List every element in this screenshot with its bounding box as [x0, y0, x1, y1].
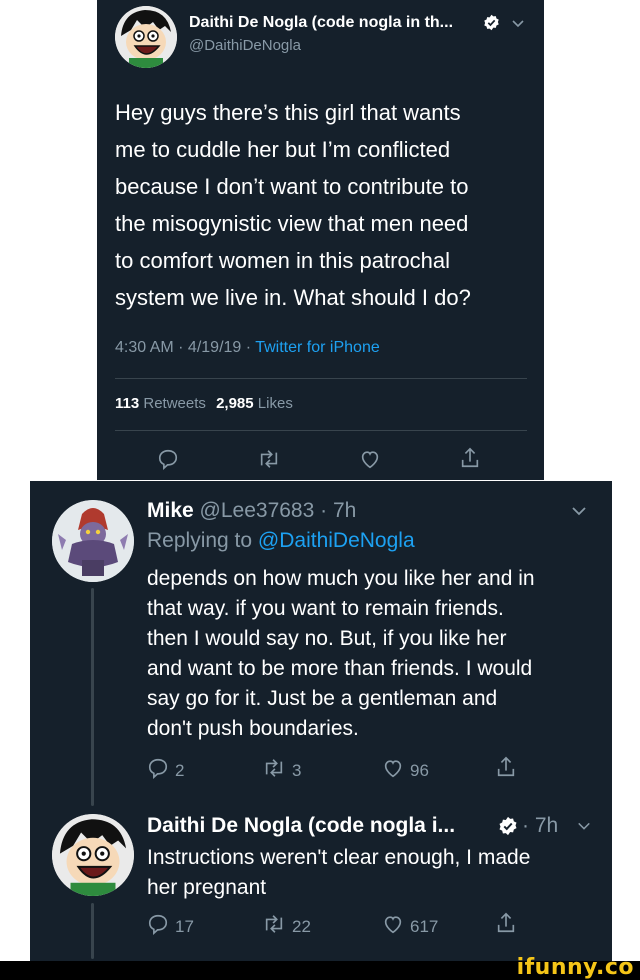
retweet-count: 3: [292, 760, 302, 780]
replying-to-label: Replying to: [147, 529, 253, 552]
source-link[interactable]: Twitter for iPhone: [255, 339, 380, 356]
reply-text: depends on how much you like her and in …: [147, 564, 535, 744]
retweets-label[interactable]: Retweets: [143, 395, 206, 412]
tweet-text-line: because I don’t want to contribute to: [115, 174, 469, 199]
tweet-text-line: the misogynistic view that men need: [115, 211, 469, 236]
reply-text-line: then I would say no. But, if you like he…: [147, 627, 507, 650]
thread-line: [91, 903, 94, 959]
display-name[interactable]: Daithi De Nogla (code nogla in th...: [189, 14, 453, 32]
like-count: 96: [410, 760, 429, 780]
reply-icon: [147, 913, 169, 940]
retweet-icon[interactable]: [257, 448, 281, 475]
reply-thread-card: Mike @Lee37683 · 7h Replying to @DaithiD…: [30, 481, 612, 961]
handle-time[interactable]: @Lee37683 · 7h: [200, 499, 357, 522]
tweet-text-line: to comfort women in this patrochal: [115, 248, 451, 273]
replying-to-handle[interactable]: @DaithiDeNogla: [258, 529, 415, 552]
reply-text-line: her pregnant: [147, 876, 267, 899]
tweet-text: Hey guys there’s this girl that wants me…: [115, 94, 471, 316]
retweet-icon: [262, 757, 286, 784]
tweet-meta: 4:30 AM · 4/19/19 · Twitter for iPhone: [115, 339, 380, 357]
likes-count[interactable]: 2,985: [216, 395, 254, 412]
likes-label[interactable]: Likes: [258, 395, 293, 412]
reply-header: Daithi De Nogla (code nogla i...: [147, 814, 455, 838]
reply-icon: [147, 757, 169, 784]
divider: [115, 378, 527, 379]
like-icon[interactable]: [359, 448, 381, 475]
reply-text-line: that way. if you want to remain friends.: [147, 597, 504, 620]
retweet-count: 22: [292, 916, 311, 936]
like-action[interactable]: 617: [382, 913, 438, 940]
reply-action[interactable]: 17: [147, 913, 194, 940]
retweet-action[interactable]: 3: [262, 757, 301, 784]
retweets-count[interactable]: 113: [115, 395, 139, 412]
share-icon[interactable]: [459, 446, 481, 475]
reply-text-line: and want to be more than friends. I woul…: [147, 657, 533, 680]
verified-badge-icon: [483, 14, 500, 36]
reply-header: Mike @Lee37683 · 7h: [147, 499, 356, 523]
retweet-icon: [262, 913, 286, 940]
monster-character-icon: [52, 500, 134, 582]
reply-text: Instructions weren't clear enough, I mad…: [147, 843, 530, 903]
cartoon-face-icon: [115, 6, 177, 68]
like-icon: [382, 913, 404, 940]
chevron-down-icon[interactable]: [576, 819, 592, 838]
verified-badge-icon: [498, 816, 518, 841]
reply-action[interactable]: 2: [147, 757, 184, 784]
timestamp: 4:30 AM · 4/19/19 ·: [115, 339, 256, 356]
watermark-bar: ifunny.co: [0, 955, 640, 980]
retweet-action[interactable]: 22: [262, 913, 311, 940]
like-action[interactable]: 96: [382, 757, 429, 784]
chevron-down-icon[interactable]: [570, 503, 588, 524]
reply-time[interactable]: · 7h: [522, 814, 558, 838]
watermark-logo: ifunny.co: [516, 955, 634, 980]
reply-icon[interactable]: [157, 448, 179, 475]
share-icon[interactable]: [495, 911, 517, 940]
display-name[interactable]: Daithi De Nogla (code nogla i...: [147, 814, 455, 837]
tweet-text-line: Hey guys there’s this girl that wants: [115, 100, 461, 125]
reply-text-line: depends on how much you like her and in: [147, 567, 535, 590]
thread-line: [91, 588, 94, 806]
avatar[interactable]: [115, 6, 177, 68]
reply-text-line: don't push boundaries.: [147, 717, 359, 740]
replying-to: Replying to @DaithiDeNogla: [147, 529, 415, 553]
reply-count: 17: [175, 916, 194, 936]
display-name[interactable]: Mike: [147, 499, 194, 522]
main-tweet-card: Daithi De Nogla (code nogla in th... @Da…: [97, 0, 544, 480]
tweet-text-line: system we live in. What should I do?: [115, 285, 471, 310]
reply-text-line: say go for it. Just be a gentleman and: [147, 687, 498, 710]
reply-count: 2: [175, 760, 185, 780]
engagement-stats: 113 Retweets 2,985 Likes: [115, 395, 293, 412]
chevron-down-icon[interactable]: [511, 16, 525, 35]
like-icon: [382, 757, 404, 784]
handle[interactable]: @DaithiDeNogla: [189, 37, 301, 54]
avatar[interactable]: [52, 814, 134, 896]
tweet-text-line: me to cuddle her but I’m conflicted: [115, 137, 451, 162]
share-icon[interactable]: [495, 755, 517, 784]
cartoon-face-icon: [52, 814, 134, 896]
avatar[interactable]: [52, 500, 134, 582]
reply-text-line: Instructions weren't clear enough, I mad…: [147, 846, 531, 869]
like-count: 617: [410, 916, 439, 936]
divider: [115, 430, 527, 431]
